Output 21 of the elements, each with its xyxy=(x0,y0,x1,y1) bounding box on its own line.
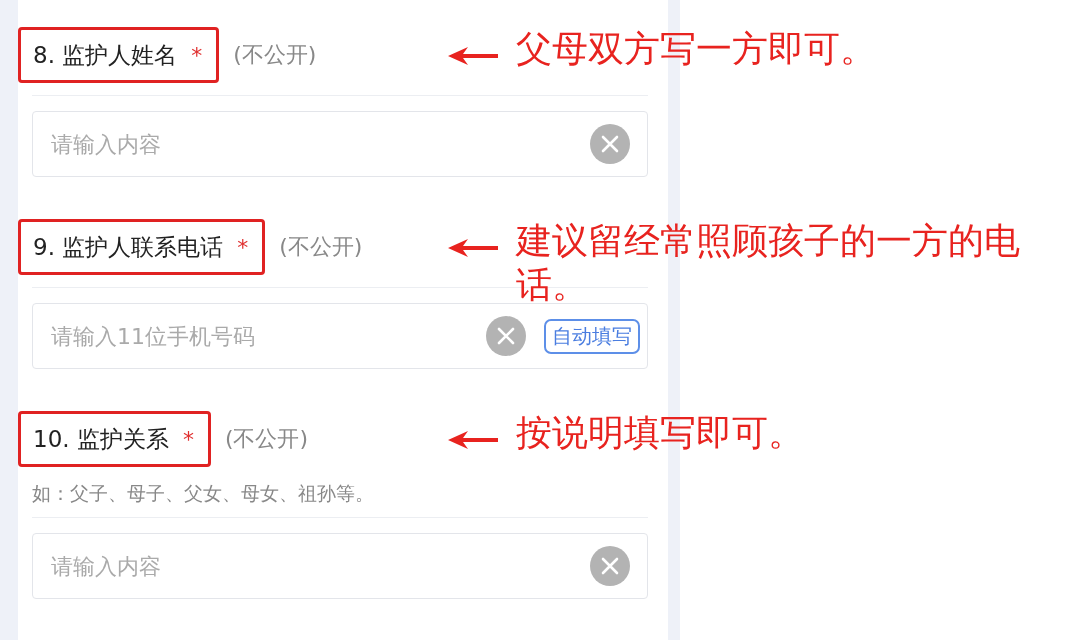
annotation-text: 父母双方写一方即可。 xyxy=(516,27,876,71)
required-mark: * xyxy=(237,234,249,260)
autofill-button[interactable]: 自动填写 xyxy=(544,318,640,354)
question-title: 9. 监护人联系电话 xyxy=(33,232,224,262)
privacy-note: (不公开) xyxy=(233,41,317,69)
x-icon xyxy=(497,327,515,345)
input-field[interactable]: 请输入内容 xyxy=(32,111,648,177)
required-mark: * xyxy=(191,42,203,68)
arrow-icon xyxy=(448,47,498,65)
question-title: 10. 监护关系 xyxy=(33,424,169,454)
x-icon xyxy=(601,557,619,575)
x-icon xyxy=(601,135,619,153)
privacy-note: (不公开) xyxy=(279,233,363,261)
arrow-icon xyxy=(448,431,498,449)
privacy-note: (不公开) xyxy=(224,425,309,453)
arrow-icon xyxy=(448,239,498,257)
annotation-text: 按说明填写即可。 xyxy=(516,411,804,455)
input-field[interactable]: 请输入内容 xyxy=(32,533,648,599)
required-mark: * xyxy=(182,426,194,452)
question-title: 8. 监护人姓名 xyxy=(33,40,178,70)
hint-text: 如：父子、母子、父女、母女、祖孙等。 xyxy=(32,481,375,506)
